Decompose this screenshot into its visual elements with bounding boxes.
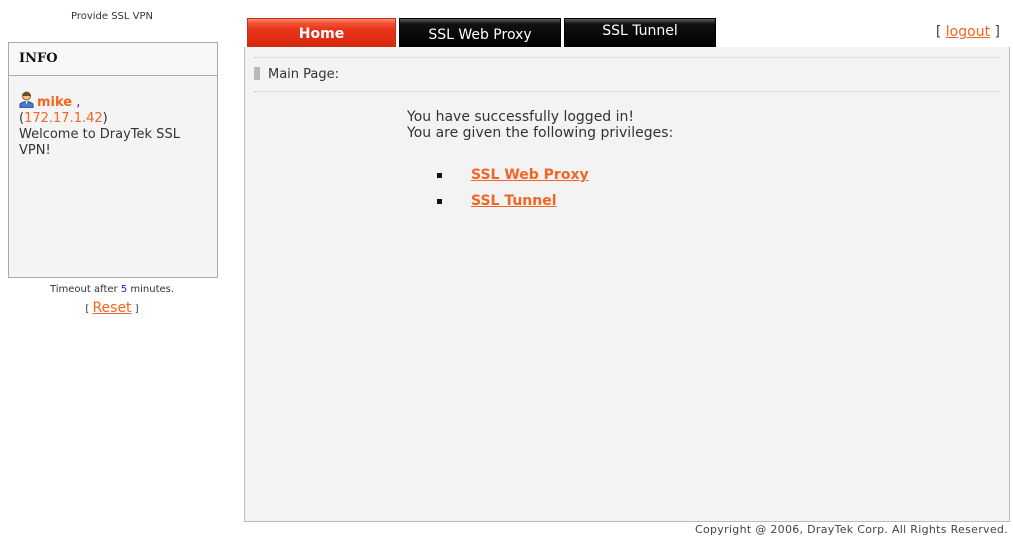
list-item: SSL Tunnel: [437, 188, 589, 214]
privilege-list: SSL Web Proxy SSL Tunnel: [437, 162, 589, 214]
divider-top: [254, 57, 1000, 58]
divider-title: [254, 91, 1000, 92]
timeout-prefix: Timeout after: [49, 284, 121, 295]
logout-close-bracket: ]: [990, 24, 1000, 40]
title-bar-marker: [254, 67, 260, 80]
privilege-link-ssl-web-proxy[interactable]: SSL Web Proxy: [471, 167, 589, 183]
tab-home[interactable]: Home: [247, 18, 396, 47]
privilege-link-ssl-tunnel[interactable]: SSL Tunnel: [471, 193, 557, 209]
login-message-line1: You have successfully logged in!: [407, 109, 635, 125]
reset-close-bracket: ]: [131, 304, 139, 315]
ip-address: 172.17.1.42: [24, 111, 103, 126]
ip-close: ): [102, 111, 108, 126]
username: mike: [37, 95, 73, 110]
login-message: You have successfully logged in! You are…: [407, 109, 673, 141]
page-title-bar: Main Page:: [254, 67, 340, 82]
tab-ssl-web-proxy[interactable]: SSL Web Proxy: [399, 18, 561, 47]
username-comma: ,: [72, 95, 81, 110]
ip-line: (172.17.1.42): [19, 111, 209, 127]
info-body: mike , (172.17.1.42) Welcome to DrayTek …: [9, 76, 217, 159]
tab-ssl-tunnel[interactable]: SSL Tunnel: [564, 18, 716, 47]
timeout-notice: Timeout after 5 minutes.: [0, 284, 224, 295]
user-icon: [19, 91, 34, 109]
user-line: mike ,: [19, 91, 209, 111]
bullet-icon: [437, 198, 442, 204]
reset-line: [ Reset ]: [0, 300, 224, 316]
info-title: INFO: [9, 43, 217, 76]
page-title: Main Page:: [268, 67, 340, 82]
reset-link[interactable]: Reset: [92, 300, 131, 316]
welcome-text: Welcome to DrayTek SSL VPN!: [19, 127, 180, 158]
bullet-icon: [437, 172, 442, 178]
main-panel: Main Page: You have successfully logged …: [244, 47, 1010, 522]
brand-tagline: Provide SSL VPN: [70, 11, 154, 22]
login-message-line2: You are given the following privileges:: [407, 125, 674, 141]
info-panel: INFO mike , (172.17.1.42) Welcome to Dra…: [8, 42, 218, 278]
logout-link[interactable]: logout: [946, 24, 990, 40]
logout-line: [ logout ]: [936, 24, 1000, 40]
main-tabs: Home SSL Web Proxy SSL Tunnel: [247, 18, 719, 47]
copyright-text: Copyright @ 2006, DrayTek Corp. All Righ…: [695, 523, 1008, 536]
timeout-suffix: minutes.: [127, 284, 175, 295]
logout-open-bracket: [: [935, 24, 946, 40]
list-item: SSL Web Proxy: [437, 162, 589, 188]
